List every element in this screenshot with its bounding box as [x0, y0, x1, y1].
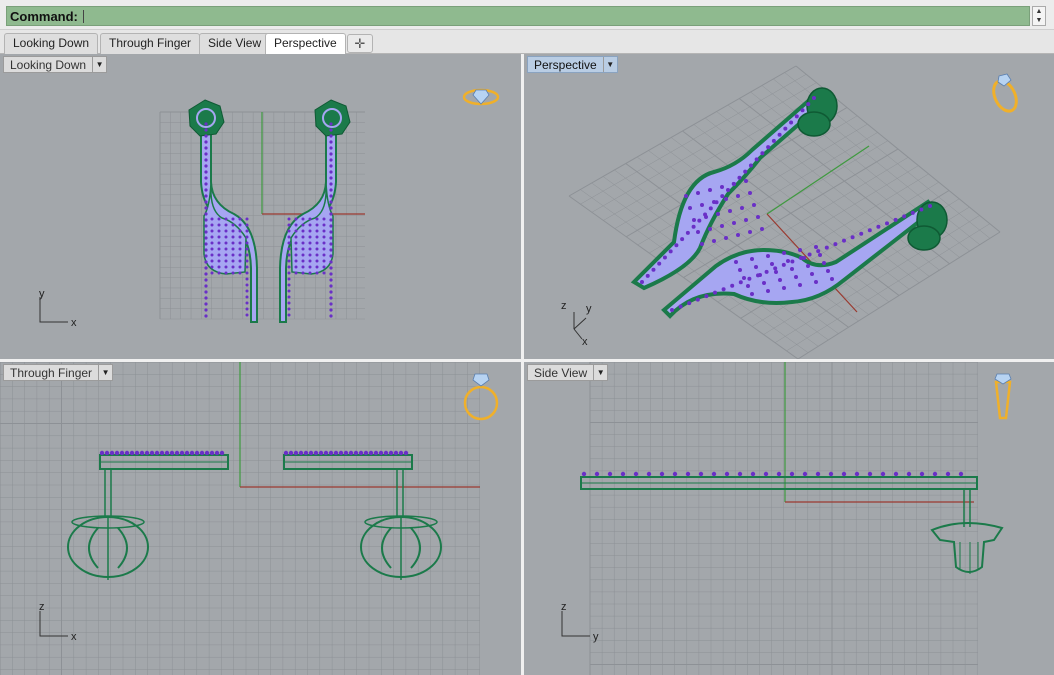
text-cursor	[83, 10, 84, 23]
dropdown-arrow-icon[interactable]: ▼	[92, 57, 106, 72]
viewport-splitter-vertical[interactable]	[521, 54, 524, 675]
viewport-title-through-finger[interactable]: Through Finger ▼	[3, 364, 114, 381]
earring-left[interactable]	[188, 99, 258, 323]
dropdown-arrow-icon[interactable]: ▼	[98, 365, 112, 380]
command-history-spinner[interactable]: ▲ ▼	[1032, 6, 1046, 26]
axis-label-x: x	[582, 336, 588, 348]
dropdown-arrow-icon[interactable]: ▼	[593, 365, 607, 380]
viewport-title-perspective[interactable]: Perspective ▼	[527, 56, 618, 73]
viewport-title-label: Perspective	[534, 58, 597, 72]
viewport-through-finger[interactable]: z x Through Finger ▼	[0, 362, 521, 675]
viewport-side-view[interactable]: z y Side View ▼	[524, 362, 1054, 675]
chevron-up-icon[interactable]: ▲	[1033, 7, 1045, 16]
axis-label-z: z	[561, 300, 567, 312]
ring-view-icon[interactable]	[463, 373, 499, 421]
tab-through-finger[interactable]: Through Finger	[100, 33, 201, 54]
plus-icon: ✛	[354, 36, 366, 51]
axis-indicator	[39, 611, 68, 637]
gem-markers	[99, 450, 409, 456]
axis-indicator	[573, 312, 587, 340]
construction-grid	[589, 362, 978, 675]
dropdown-arrow-icon[interactable]: ▼	[602, 57, 617, 72]
earring-side[interactable]	[580, 476, 1004, 574]
axis-label-y: y	[586, 303, 592, 315]
command-bar: Command: ▲ ▼	[0, 0, 1054, 30]
ring-view-icon[interactable]	[989, 73, 1021, 115]
tab-side-view[interactable]: Side View	[199, 33, 271, 54]
axis-label-x: x	[71, 631, 77, 643]
viewport-canvas[interactable]: z x	[0, 362, 521, 675]
command-input[interactable]: Command:	[6, 6, 1030, 26]
ring-view-icon[interactable]	[994, 373, 1012, 420]
ring-view-icon[interactable]	[462, 88, 500, 106]
axis-label-z: z	[561, 601, 567, 613]
viewport-title-side-view[interactable]: Side View ▼	[527, 364, 609, 381]
viewport-canvas[interactable]: z y x	[524, 54, 1054, 359]
axis-label-y: y	[593, 631, 599, 643]
viewport-canvas[interactable]: y x	[0, 54, 521, 359]
y-axis-line	[766, 145, 870, 215]
axis-label-z: z	[39, 601, 45, 613]
viewport-looking-down[interactable]: y x Looking Down ▼	[0, 54, 521, 359]
viewport-title-label: Looking Down	[10, 58, 87, 72]
axis-label-x: x	[71, 317, 77, 329]
add-tab-button[interactable]: ✛	[347, 34, 373, 53]
viewport-title-label: Through Finger	[10, 366, 93, 380]
command-label: Command:	[10, 9, 78, 24]
gem-markers	[581, 471, 964, 477]
axis-indicator	[39, 297, 68, 323]
axis-indicator	[561, 611, 590, 637]
chevron-down-icon[interactable]: ▼	[1033, 16, 1045, 25]
tab-perspective[interactable]: Perspective	[265, 33, 346, 55]
viewport-canvas[interactable]: z y	[524, 362, 1054, 675]
viewport-tab-bar: Looking Down Through Finger Side View Pe…	[0, 30, 1054, 55]
viewport-splitter-horizontal[interactable]	[0, 359, 1054, 362]
viewport-title-looking-down[interactable]: Looking Down ▼	[3, 56, 108, 73]
axis-label-y: y	[39, 288, 45, 300]
viewport-title-label: Side View	[534, 366, 588, 380]
tab-looking-down[interactable]: Looking Down	[4, 33, 99, 54]
earring-front-left[interactable]	[67, 454, 229, 580]
viewport-perspective[interactable]: z y x Perspective ▼	[524, 54, 1054, 359]
